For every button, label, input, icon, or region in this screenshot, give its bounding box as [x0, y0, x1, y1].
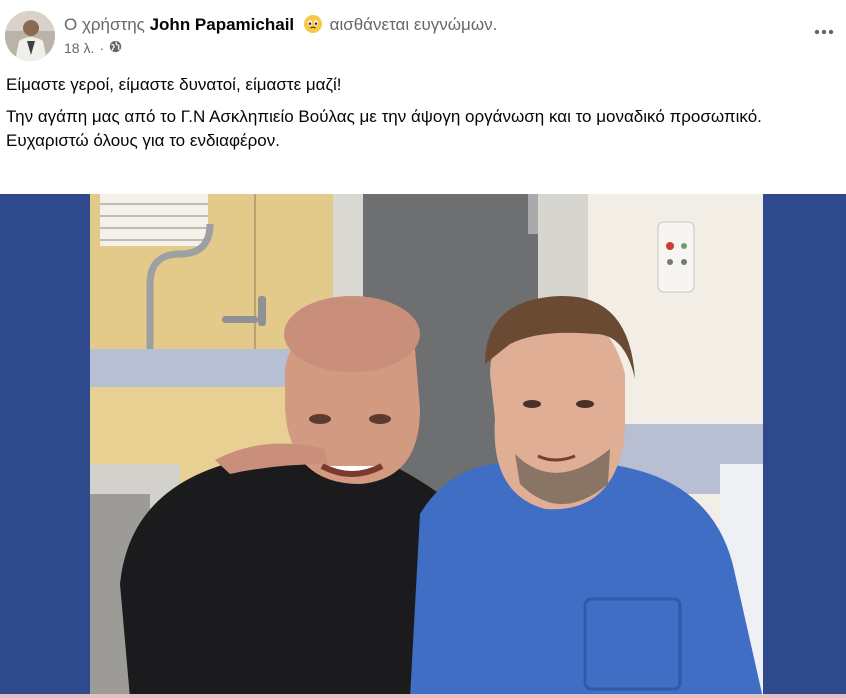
post-time[interactable]: 18 λ. — [64, 40, 94, 56]
globe-icon[interactable] — [109, 40, 122, 56]
post-text: Είμαστε γεροί, είμαστε δυνατοί, είμαστε … — [6, 73, 826, 161]
more-options-icon[interactable] — [812, 20, 836, 44]
post-text-line: Την αγάπη μας από το Γ.Ν Ασκληπιείο Βούλ… — [6, 107, 762, 126]
dot-separator: · — [99, 40, 105, 56]
post-photo-container[interactable] — [0, 194, 846, 698]
post-author-line: Ο χρήστης John Papamichail αισθάνεται ευ… — [64, 14, 497, 35]
divider — [0, 694, 846, 698]
author-name[interactable]: John Papamichail — [150, 15, 295, 34]
avatar[interactable] — [5, 11, 55, 61]
post-photo[interactable] — [90, 194, 763, 698]
post-text-line: Είμαστε γεροί, είμαστε δυνατοί, είμαστε … — [6, 75, 342, 94]
post-meta: 18 λ. · — [64, 40, 122, 56]
author-prefix: Ο χρήστης — [64, 15, 145, 34]
post-header: Ο χρήστης John Papamichail αισθάνεται ευ… — [0, 0, 846, 66]
post-text-line: Ευχαριστώ όλους για το ενδιαφέρον. — [6, 131, 280, 150]
grateful-emoji-icon — [303, 14, 323, 34]
feeling-text: αισθάνεται ευγνώμων. — [329, 15, 498, 34]
